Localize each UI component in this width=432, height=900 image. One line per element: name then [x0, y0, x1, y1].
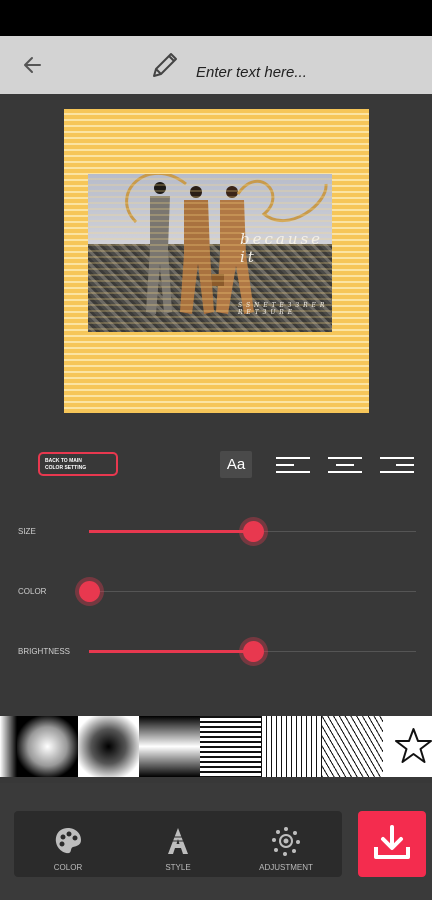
back-arrow-icon [24, 57, 41, 73]
star-icon [395, 728, 432, 763]
overlay-small-text: S S N E T E 3 3 R E R R E T 3 U R E [238, 302, 326, 316]
brightness-slider-fill [89, 650, 253, 653]
color-slider-thumb[interactable] [79, 581, 100, 602]
brightness-slider-thumb[interactable] [242, 641, 264, 662]
nav-style-label: STYLE [165, 863, 191, 872]
color-label: COLOR [18, 587, 47, 596]
align-center-icon[interactable] [328, 456, 362, 474]
brightness-slider[interactable] [89, 641, 416, 662]
back-to-main-color-button[interactable]: BACK TO MAIN COLOR SETTING [38, 452, 118, 476]
size-slider-fill [89, 530, 253, 533]
nav-color[interactable]: COLOR [18, 811, 118, 877]
design-canvas[interactable]: because it S S N E T E 3 3 R E R R E T 3… [64, 109, 369, 413]
pattern-linear-band[interactable] [139, 716, 200, 777]
text-input[interactable]: Enter text here... [196, 64, 307, 81]
overlay-text[interactable]: because it [240, 230, 332, 266]
bottom-area: COLOR STYLE ADJUSTMENT [0, 783, 432, 900]
bottom-nav: COLOR STYLE ADJUSTMENT [14, 811, 342, 877]
size-slider-thumb[interactable] [242, 521, 264, 542]
back-button-line1: BACK TO MAIN [45, 458, 82, 464]
back-button[interactable] [20, 52, 46, 78]
size-label: SIZE [18, 527, 36, 536]
brightness-label: BRIGHTNESS [18, 647, 71, 656]
pattern-star[interactable] [383, 716, 432, 777]
pencil-icon[interactable] [148, 48, 182, 82]
nav-adjustment[interactable]: ADJUSTMENT [236, 811, 336, 877]
color-slider[interactable] [79, 581, 416, 602]
align-right-icon[interactable] [380, 456, 414, 474]
nav-color-label: COLOR [53, 863, 83, 872]
back-button-line2: COLOR SETTING [45, 465, 87, 471]
size-slider[interactable] [89, 521, 416, 542]
font-button[interactable]: Aa [220, 451, 252, 478]
pattern-horizontal-lines[interactable] [200, 716, 261, 777]
controls-row: BACK TO MAIN COLOR SETTING Aa [0, 450, 432, 480]
align-left-icon[interactable] [276, 456, 310, 474]
download-button[interactable] [358, 811, 426, 877]
pattern-radial-light[interactable] [17, 716, 78, 777]
pattern-vertical-lines[interactable] [261, 716, 322, 777]
download-icon [374, 825, 410, 859]
nav-adjustment-label: ADJUSTMENT [259, 863, 313, 872]
top-bar: Enter text here... [0, 36, 432, 94]
pattern-diagonal-lines[interactable] [322, 716, 383, 777]
adjustment-icon [272, 827, 300, 856]
nav-style[interactable]: STYLE [128, 811, 228, 877]
pattern-strip[interactable] [0, 716, 432, 777]
pattern-radial-dark[interactable] [78, 716, 139, 777]
pattern-gradient-edge[interactable] [0, 716, 17, 777]
photo[interactable]: because it S S N E T E 3 3 R E R R E T 3… [88, 174, 332, 332]
palette-icon [55, 828, 81, 854]
status-bar [0, 0, 432, 36]
style-letter-icon [168, 828, 188, 854]
